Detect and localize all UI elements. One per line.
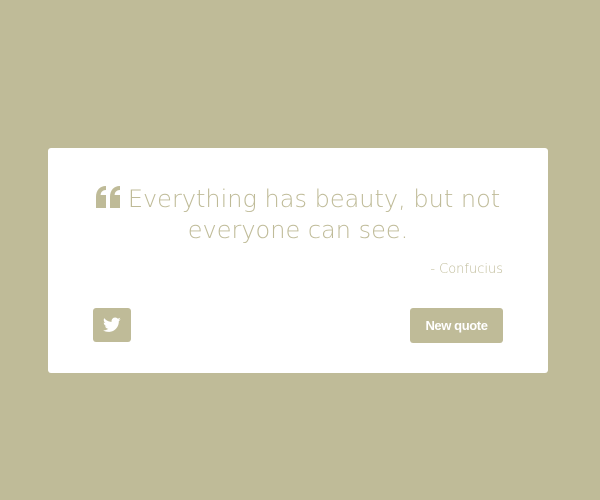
quote-text-block: Everything has beauty, but not everyone …	[93, 184, 503, 246]
tweet-quote-button[interactable]	[93, 308, 131, 342]
new-quote-button[interactable]: New quote	[410, 308, 503, 343]
quote-left-icon	[95, 186, 122, 208]
quote-card: Everything has beauty, but not everyone …	[48, 148, 548, 373]
quote-author: - Confucius	[430, 262, 503, 277]
twitter-icon	[103, 317, 121, 332]
quote-text: Everything has beauty, but not everyone …	[127, 185, 501, 244]
